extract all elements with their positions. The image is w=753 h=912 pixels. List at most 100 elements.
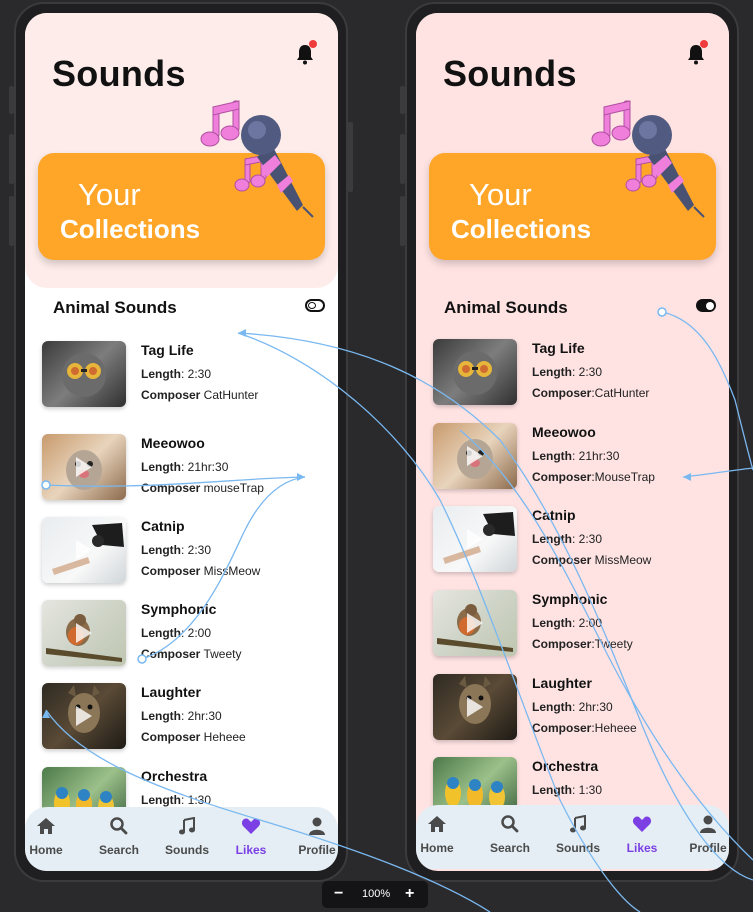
composer-row: Composer CatHunter — [141, 388, 258, 402]
sound-item-meeowoo[interactable]: Meeowoo Length: 21hr:30 Composer:MouseTr… — [416, 423, 729, 493]
length-value: : 21hr:30 — [181, 460, 229, 474]
toggle-knob — [706, 301, 714, 310]
sound-item-tag-life[interactable]: Tag Life Length: 2:30 Composer:CatHunter — [416, 339, 729, 409]
nav-label: Sounds — [165, 843, 209, 857]
screen-sounds: Sounds Your Collections Animal Sounds Ta… — [25, 13, 338, 871]
sound-title: Tag Life — [141, 342, 194, 358]
section-title: Animal Sounds — [53, 298, 177, 317]
animal-sounds-toggle[interactable] — [305, 299, 325, 312]
length-value: : 2:30 — [181, 543, 212, 557]
composer-label: Composer — [141, 481, 201, 495]
length-row: Length: 2:00 — [141, 626, 211, 640]
composer-label: Composer — [532, 553, 592, 567]
screen-sounds-variant: Sounds Your Collections Animal Sounds Ta… — [416, 13, 729, 871]
composer-label: Composer — [141, 647, 201, 661]
nav-label: Home — [29, 843, 63, 857]
nav-sounds[interactable]: Sounds — [548, 815, 608, 855]
notification-bell-icon[interactable] — [295, 40, 317, 65]
sound-title: Laughter — [532, 675, 592, 691]
nav-profile[interactable]: Profile — [287, 817, 338, 857]
home-icon — [428, 816, 446, 832]
sound-title: Catnip — [532, 507, 576, 523]
sound-item-laughter[interactable]: Laughter Length: 2hr:30 Composer Heheee — [25, 683, 338, 753]
sound-item-catnip[interactable]: Catnip Length: 2:30 Composer MissMeow — [25, 517, 338, 587]
nav-home[interactable]: Home — [25, 817, 76, 857]
length-value: : 2:00 — [572, 616, 603, 630]
thumbnail-robin-bird — [42, 600, 126, 666]
nav-label: Likes — [235, 843, 267, 857]
length-value: : 2:30 — [181, 367, 212, 381]
sound-item-laughter[interactable]: Laughter Length: 2hr:30 Composer:Heheee — [416, 674, 729, 744]
sound-item-symphonic[interactable]: Symphonic Length: 2:00 Composer:Tweety — [416, 590, 729, 660]
sound-item-catnip[interactable]: Catnip Length: 2:30 Composer MissMeow — [416, 506, 729, 576]
composer-value: CatHunter — [200, 388, 259, 402]
composer-row: Composer MissMeow — [532, 553, 651, 567]
play-icon[interactable] — [76, 706, 92, 726]
composer-label: Composer — [532, 386, 592, 400]
sound-title: Orchestra — [141, 768, 208, 784]
composer-row: Composer mouseTrap — [141, 481, 264, 495]
composer-value: mouseTrap — [200, 481, 264, 495]
animal-sounds-toggle[interactable] — [696, 299, 716, 312]
thumbnail-cat-glasses — [42, 341, 126, 407]
play-icon[interactable] — [467, 446, 483, 466]
home-icon — [37, 818, 55, 834]
heart-icon — [632, 816, 652, 832]
length-row: Length: 2:30 — [141, 367, 211, 381]
zoom-level: 100% — [362, 888, 391, 900]
heart-icon — [241, 818, 261, 834]
nav-likes[interactable]: Likes — [221, 817, 281, 857]
play-icon[interactable] — [76, 540, 92, 560]
thumbnail-cat-paw — [433, 506, 517, 572]
sound-item-symphonic[interactable]: Symphonic Length: 2:00 Composer Tweety — [25, 600, 338, 670]
sound-item-meeowoo[interactable]: Meeowoo Length: 21hr:30 Composer mouseTr… — [25, 434, 338, 504]
length-value: : 2:30 — [572, 365, 603, 379]
nav-likes[interactable]: Likes — [612, 815, 672, 855]
composer-label: Composer — [141, 388, 201, 402]
length-row: Length: 2hr:30 — [141, 709, 222, 723]
length-label: Length — [141, 626, 181, 640]
zoom-out-button[interactable]: − — [334, 885, 343, 903]
zoom-in-button[interactable]: + — [405, 885, 414, 903]
length-label: Length — [532, 532, 572, 546]
sound-title: Meeowoo — [532, 424, 596, 440]
microphone-music-illustration — [591, 100, 705, 218]
composer-label: Composer — [532, 470, 592, 484]
nav-search[interactable]: Search — [89, 817, 149, 857]
length-row: Length: 21hr:30 — [141, 460, 228, 474]
length-row: Length: 1:30 — [532, 783, 602, 797]
composer-value: :CatHunter — [591, 386, 650, 400]
sound-item-tag-life[interactable]: Tag Life Length: 2:30 Composer CatHunter — [25, 341, 338, 411]
composer-value: MissMeow — [200, 564, 261, 578]
thumbnail-cat-paw — [42, 517, 126, 583]
play-icon[interactable] — [467, 529, 483, 549]
composer-row: Composer:Tweety — [532, 637, 633, 651]
sound-title: Catnip — [141, 518, 185, 534]
collections-line2: Collections — [451, 214, 592, 244]
nav-label: Profile — [689, 841, 727, 855]
length-label: Length — [532, 700, 572, 714]
prototype-canvas: Sounds Your Collections Animal Sounds Ta… — [0, 0, 753, 912]
phone-frame-1: Sounds Your Collections Animal Sounds Ta… — [9, 2, 353, 882]
composer-value: Tweety — [200, 647, 242, 661]
composer-row: Composer Tweety — [141, 647, 241, 661]
nav-sounds[interactable]: Sounds — [157, 817, 217, 857]
bottom-nav: Home Search Sounds Likes Profile — [416, 805, 729, 869]
play-icon[interactable] — [467, 697, 483, 717]
length-value: : 2:30 — [572, 532, 603, 546]
thumbnail-hyena — [433, 674, 517, 740]
nav-search[interactable]: Search — [480, 815, 540, 855]
section-title: Animal Sounds — [444, 298, 568, 317]
play-icon[interactable] — [76, 457, 92, 477]
thumbnail-cat-meowing — [433, 423, 517, 489]
nav-profile[interactable]: Profile — [678, 815, 729, 855]
length-value: : 2hr:30 — [572, 700, 613, 714]
play-icon[interactable] — [467, 613, 483, 633]
sound-title: Meeowoo — [141, 435, 205, 451]
profile-icon — [309, 817, 325, 835]
notification-bell-icon[interactable] — [686, 40, 708, 65]
profile-icon — [700, 815, 716, 833]
length-value: : 1:30 — [181, 793, 212, 807]
play-icon[interactable] — [76, 623, 92, 643]
nav-home[interactable]: Home — [416, 815, 467, 855]
